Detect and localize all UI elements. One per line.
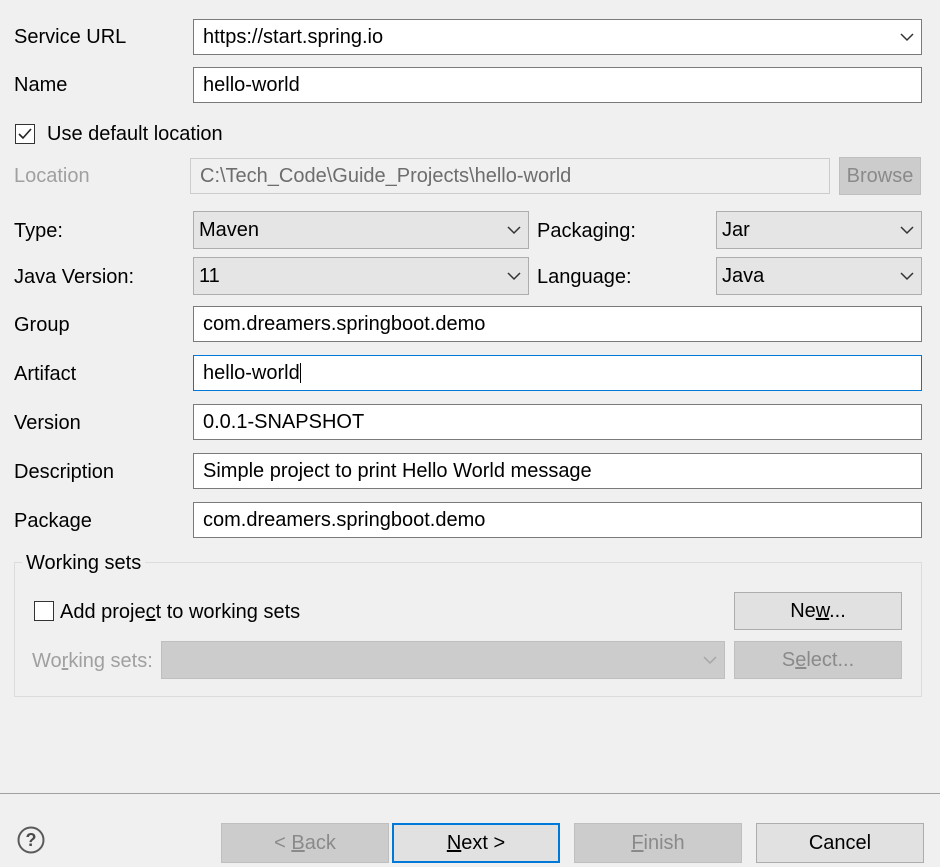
location-label: Location xyxy=(14,165,90,187)
group-input[interactable]: com.dreamers.springboot.demo xyxy=(193,306,922,342)
chevron-down-icon xyxy=(900,33,914,42)
description-label: Description xyxy=(14,461,115,483)
artifact-label: Artifact xyxy=(14,363,77,385)
next-button[interactable]: Next > xyxy=(392,823,560,863)
back-button: < Back xyxy=(221,823,389,863)
add-to-working-sets-checkbox[interactable] xyxy=(34,601,54,621)
language-value: Java xyxy=(722,265,765,287)
java-version-combo[interactable]: 11 xyxy=(193,257,529,295)
footer-separator xyxy=(0,793,940,794)
language-combo[interactable]: Java xyxy=(716,257,922,295)
chevron-down-icon xyxy=(703,656,717,665)
working-sets-label: Working sets: xyxy=(32,650,153,672)
use-default-location-checkbox[interactable] xyxy=(15,124,35,144)
text-caret xyxy=(299,363,301,383)
chevron-down-icon xyxy=(900,226,914,235)
add-to-working-sets-label: Add project to working sets xyxy=(60,601,301,623)
browse-button: Browse xyxy=(839,157,921,195)
new-working-set-button[interactable]: New... xyxy=(734,592,902,630)
working-sets-title: Working sets xyxy=(22,551,146,575)
packaging-label: Packaging: xyxy=(537,220,636,242)
chevron-down-icon xyxy=(507,272,521,281)
checkmark-icon xyxy=(18,128,32,140)
type-value: Maven xyxy=(199,219,260,241)
java-version-value: 11 xyxy=(199,265,220,287)
chevron-down-icon xyxy=(507,226,521,235)
name-label: Name xyxy=(14,74,68,96)
java-version-label: Java Version: xyxy=(14,266,135,288)
select-working-sets-button: Select... xyxy=(734,641,902,679)
service-url-value: https://start.spring.io xyxy=(203,26,384,48)
use-default-location-label: Use default location xyxy=(47,123,223,145)
packaging-value: Jar xyxy=(722,219,750,241)
version-input[interactable]: 0.0.1-SNAPSHOT xyxy=(193,404,922,440)
language-label: Language: xyxy=(537,266,632,288)
type-combo[interactable]: Maven xyxy=(193,211,529,249)
svg-text:?: ? xyxy=(26,830,37,850)
working-sets-combo xyxy=(161,641,725,679)
help-question-icon[interactable]: ? xyxy=(17,826,45,854)
type-label: Type: xyxy=(14,220,63,242)
version-label: Version xyxy=(14,412,81,434)
location-input: C:\Tech_Code\Guide_Projects\hello-world xyxy=(190,158,830,194)
cancel-button[interactable]: Cancel xyxy=(756,823,924,863)
name-input[interactable]: hello-world xyxy=(193,67,922,103)
artifact-value: hello-world xyxy=(203,362,300,384)
finish-button: Finish xyxy=(574,823,742,863)
group-label: Group xyxy=(14,314,70,336)
description-input[interactable]: Simple project to print Hello World mess… xyxy=(193,453,922,489)
artifact-input[interactable]: hello-world xyxy=(193,355,922,391)
service-url-combo[interactable]: https://start.spring.io xyxy=(193,19,922,55)
service-url-label: Service URL xyxy=(14,26,127,48)
package-input[interactable]: com.dreamers.springboot.demo xyxy=(193,502,922,538)
package-label: Package xyxy=(14,510,92,532)
chevron-down-icon xyxy=(900,272,914,281)
packaging-combo[interactable]: Jar xyxy=(716,211,922,249)
